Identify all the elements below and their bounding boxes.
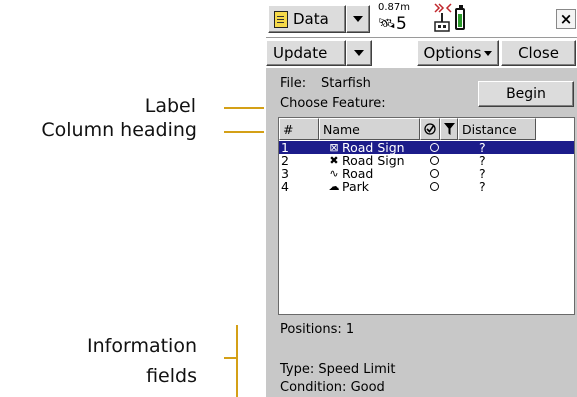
data-menu-label: Data — [293, 10, 329, 28]
annotation-information: Information — [87, 335, 197, 357]
status-radio-icon — [430, 143, 439, 152]
radio-signal-icon[interactable] — [431, 2, 455, 34]
battery-icon[interactable] — [455, 5, 465, 30]
status-radio-icon — [430, 156, 439, 165]
options-label: Options — [423, 44, 482, 62]
list-item[interactable]: 1 ⊠ Road Sign ? — [279, 141, 574, 154]
feature-list[interactable]: # Name Distance 1 ⊠ Road Sign ? 2 ✖ Road… — [278, 117, 575, 315]
gps-status[interactable]: 0.87m 🛰 5 — [378, 2, 418, 36]
chevron-down-icon — [353, 16, 363, 22]
update-dropdown[interactable] — [346, 40, 372, 66]
condition-field: Condition: Good — [280, 380, 385, 395]
annotation-fields: fields — [146, 365, 197, 387]
file-label: File: — [280, 76, 307, 91]
update-button[interactable]: Update — [266, 40, 346, 66]
column-header-name[interactable]: Name — [319, 118, 420, 140]
column-header-filter[interactable] — [440, 118, 458, 140]
column-header-distance[interactable]: Distance — [458, 118, 536, 140]
list-item[interactable]: 3 ∿ Road ? — [279, 167, 574, 180]
road-sign-icon: ⊠ — [329, 141, 339, 154]
satellite-icon: 🛰 — [378, 16, 396, 32]
row-name: Park — [342, 179, 370, 194]
document-icon — [274, 10, 288, 28]
chevron-down-icon — [354, 50, 364, 56]
options-button[interactable]: Options — [417, 40, 499, 66]
choose-feature-label: Choose Feature: — [280, 96, 386, 111]
condition-value: Good — [350, 380, 385, 395]
data-menu-dropdown[interactable] — [346, 5, 370, 33]
column-header-status[interactable] — [420, 118, 440, 140]
column-header-number[interactable]: # — [279, 118, 319, 140]
check-circle-icon — [424, 123, 436, 135]
positions-field: Positions: 1 — [280, 322, 354, 337]
satellite-count: 5 — [396, 14, 407, 34]
annotation-bracket-vertical — [236, 325, 238, 397]
device-screen: Data 0.87m 🛰 5 × Update Options Close Fi… — [266, 0, 577, 397]
toolbar: Update Options Close — [266, 38, 577, 68]
annotation-leader-label — [224, 107, 264, 109]
data-menu-button[interactable]: Data — [268, 5, 346, 33]
type-field: Type: Speed Limit — [280, 362, 396, 377]
chevron-down-icon — [484, 50, 493, 56]
list-item[interactable]: 2 ✖ Road Sign ? — [279, 154, 574, 167]
filter-icon — [443, 123, 455, 135]
annotation-bracket-tick — [224, 357, 237, 359]
annotation-label: Label — [144, 95, 196, 117]
type-value: Speed Limit — [318, 362, 396, 377]
row-number: 4 — [281, 179, 289, 194]
row-distance: ? — [479, 179, 486, 194]
list-item[interactable]: 4 ☁ Park ? — [279, 179, 574, 194]
status-radio-icon — [430, 182, 439, 191]
condition-label: Condition: — [280, 380, 347, 395]
positions-label: Positions: — [280, 322, 342, 337]
status-radio-icon — [430, 169, 439, 178]
type-label: Type: — [280, 362, 315, 377]
window-close-button[interactable]: × — [556, 9, 576, 29]
line-feature-icon: ∿ — [329, 167, 339, 180]
gps-precision: 0.87m — [378, 2, 411, 13]
area-feature-icon: ☁ — [328, 180, 340, 193]
positions-value: 1 — [345, 322, 355, 337]
file-name: Starfish — [321, 76, 371, 91]
begin-button[interactable]: Begin — [478, 81, 574, 107]
annotation-column-heading: Column heading — [41, 119, 197, 141]
close-button[interactable]: Close — [501, 40, 576, 66]
annotation-leader-column-heading — [224, 131, 264, 133]
title-bar: Data 0.87m 🛰 5 × — [266, 0, 577, 38]
road-sign-point-icon: ✖ — [329, 154, 339, 167]
